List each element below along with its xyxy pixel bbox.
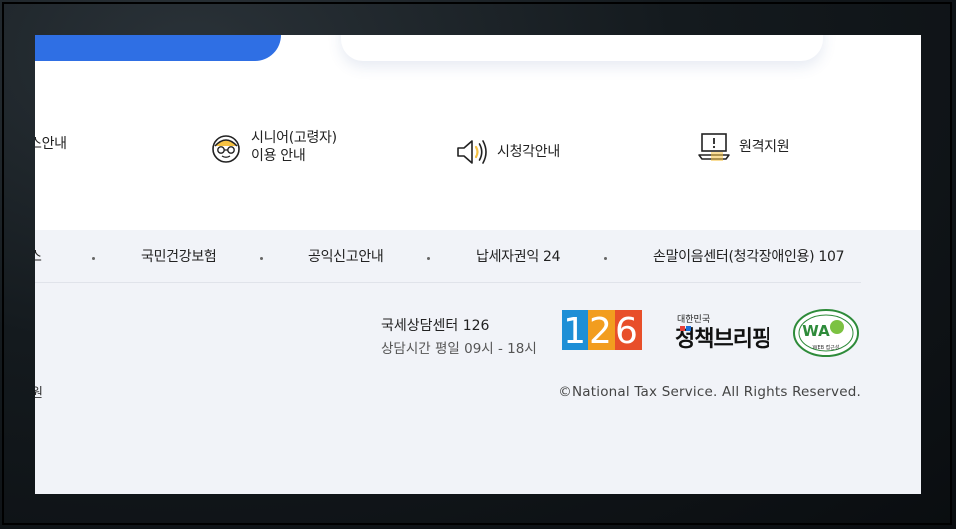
blue-tab-fragment [35, 35, 281, 61]
quick-menu-label-line1: 시니어(고령자) [251, 130, 337, 146]
contact-center-name: 국세상담센터 126 [381, 318, 490, 334]
quick-menu-audiovisual-guide[interactable]: 시청각안내 [455, 135, 560, 169]
quick-menu-label: 원격지원 [739, 139, 790, 155]
separator-dot [260, 257, 263, 260]
card-fragment [341, 35, 823, 61]
policy-briefing-logo[interactable]: 대한민국 정책브리핑 [675, 312, 769, 352]
footer-link[interactable]: 공익신고안내 [308, 246, 384, 266]
quick-menu-remote-support[interactable]: 원격지원 [697, 130, 790, 164]
hotline-126-number: 126 [563, 311, 641, 350]
separator-dot [92, 257, 95, 260]
remote-support-laptop-icon [698, 133, 730, 161]
site-footer: 스 국민건강보험 공익신고안내 납세자권익 24 손말이음센터(청각장애인용) … [35, 230, 921, 494]
senior-face-icon [212, 135, 240, 163]
speaker-icon [457, 140, 487, 164]
web-accessibility-mark-subtext: WEB 접근성 [813, 344, 840, 351]
quick-menu-senior-guide[interactable]: 시니어(고령자) 이용 안내 [209, 129, 337, 165]
web-accessibility-mark-text: WA [802, 322, 830, 340]
quick-menu-label-line2: 이용 안내 [251, 148, 306, 164]
quick-menu-label: 시청각안내 [497, 144, 560, 160]
contact-center-hours: 상담시간 평일 09시 - 18시 [381, 341, 537, 357]
web-page: 스안내 시니어(고령자) 이용 안내 시청각안내 원격지원 스 국민건강보험 공… [35, 35, 921, 494]
quick-menu-service-guide[interactable]: 스안내 [35, 135, 67, 153]
separator-dot [604, 257, 607, 260]
hotline-126-logo[interactable]: 126 [562, 310, 642, 350]
footer-link-bar: 스 국민건강보험 공익신고안내 납세자권익 24 손말이음센터(청각장애인용) … [35, 230, 861, 283]
copyright-text: ©National Tax Service. All Rights Reserv… [558, 384, 861, 400]
web-accessibility-mark[interactable]: WA WEB 접근성 [792, 308, 860, 358]
footer-link[interactable]: 납세자권익 24 [476, 246, 561, 266]
footer-left-link-fragment[interactable]: 원 [35, 382, 43, 401]
separator-dot [427, 257, 430, 260]
footer-link[interactable]: 스 [35, 246, 42, 266]
footer-link[interactable]: 국민건강보험 [141, 246, 217, 266]
quick-menu-label: 스안내 [35, 136, 67, 152]
footer-link[interactable]: 손말이음센터(청각장애인용) 107 [653, 246, 845, 266]
policy-briefing-small-text: 대한민국 [677, 314, 710, 325]
